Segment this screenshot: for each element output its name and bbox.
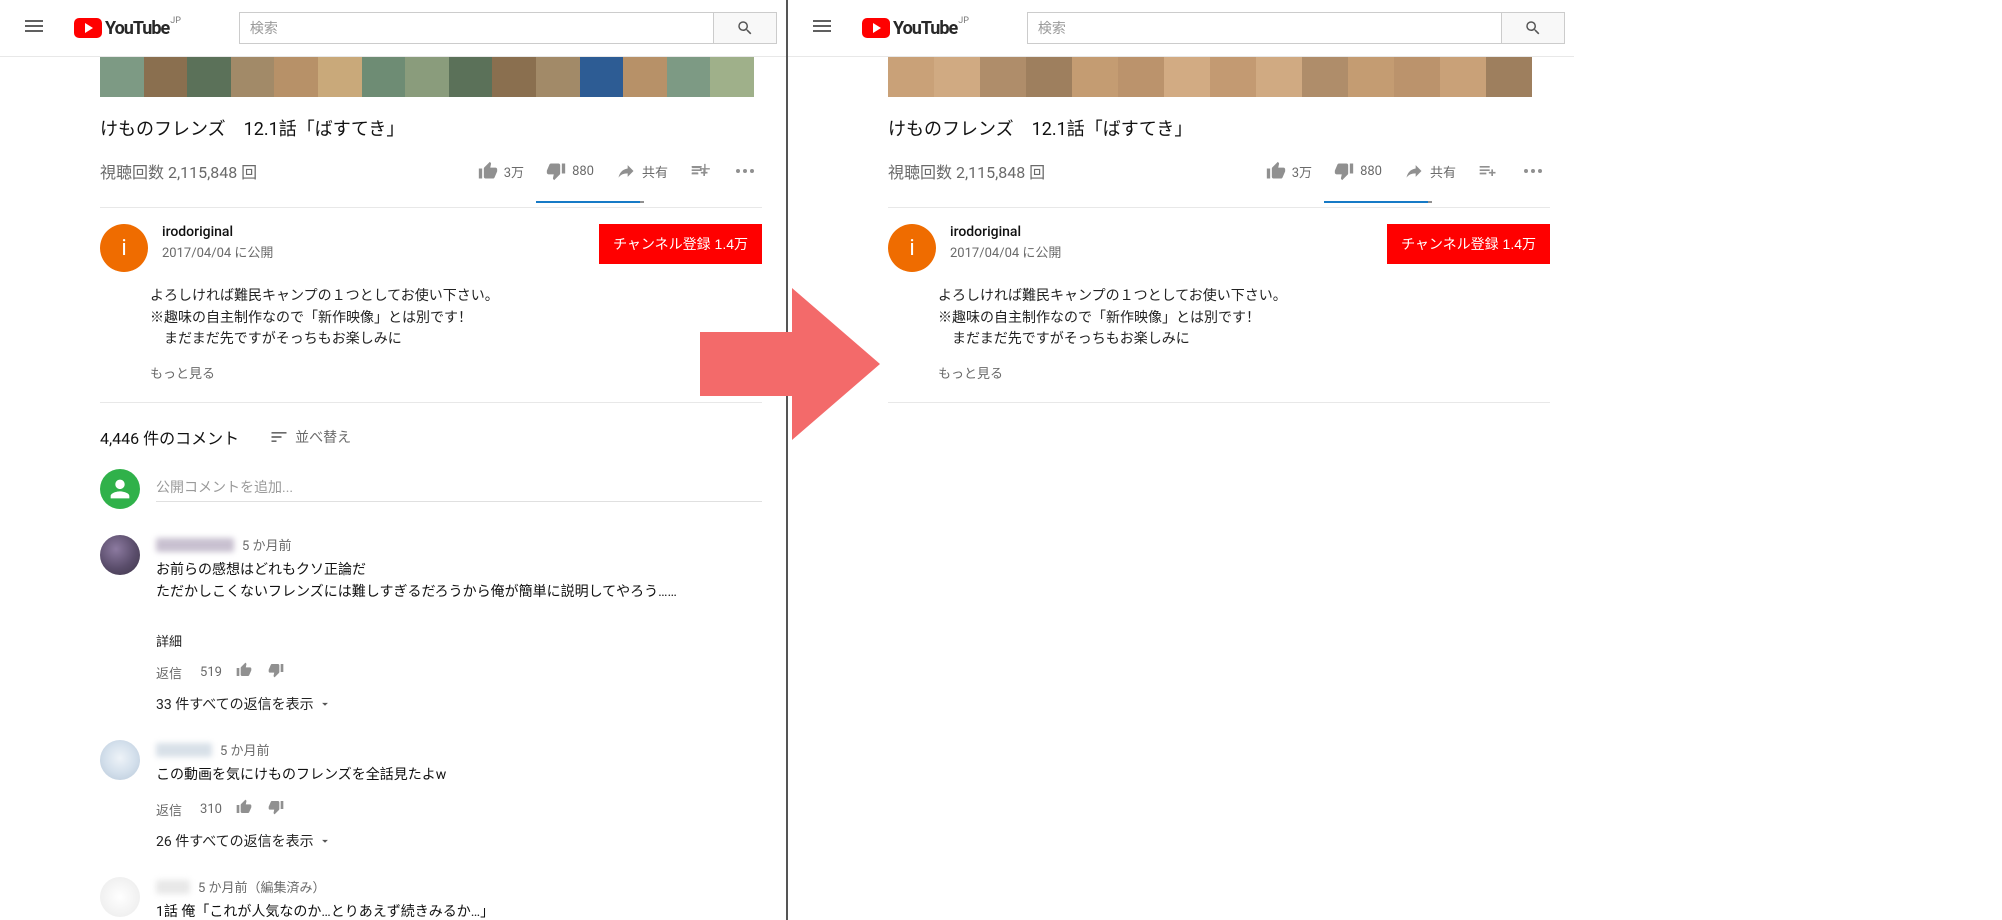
pane-before: YouTube JP けものフレンズ 12.1話「ばすてき」 視聴回数 2,11… — [0, 0, 786, 920]
publish-date: 2017/04/04 に公開 — [950, 242, 1387, 261]
video-thumbnail — [888, 57, 1550, 97]
comment-text: 1話 俺「これが人気なのか…とりあえず続きみるか…」 — [156, 902, 762, 920]
region-code: JP — [170, 16, 181, 26]
user-avatar[interactable] — [100, 469, 140, 509]
search-button[interactable] — [1501, 12, 1565, 44]
thumb-down-icon — [1334, 161, 1354, 181]
publish-date: 2017/04/04 に公開 — [162, 242, 599, 261]
share-button[interactable]: 共有 — [1394, 155, 1466, 187]
video-title: けものフレンズ 12.1話「ばすてき」 — [888, 115, 1550, 141]
youtube-logo[interactable]: YouTube JP — [862, 18, 969, 39]
add-comment-input[interactable]: 公開コメントを追加... — [156, 477, 762, 502]
commenter-name-blurred — [156, 743, 212, 757]
search-input[interactable] — [239, 12, 713, 44]
video-thumbnail — [100, 57, 762, 97]
more-actions-button[interactable] — [728, 161, 762, 181]
view-count: 視聴回数 2,115,848 回 — [888, 159, 1045, 183]
like-button[interactable]: 3万 — [1256, 155, 1322, 187]
more-actions-button[interactable] — [1516, 161, 1550, 181]
save-button[interactable] — [1468, 155, 1514, 187]
commenter-avatar[interactable] — [100, 535, 140, 575]
comment-item: 5 か月前（編集済み） 1話 俺「これが人気なのか…とりあえず続きみるか…」 — [0, 851, 786, 920]
video-title: けものフレンズ 12.1話「ばすてき」 — [100, 115, 762, 141]
thumb-down-icon — [268, 799, 284, 815]
comment-dislike-button[interactable] — [268, 799, 284, 819]
sort-button[interactable]: 並べ替え — [269, 427, 351, 447]
comment-item: 5 か月前 この動画を気にけものフレンズを全話見たよw 返信 310 26 件す… — [0, 714, 786, 851]
comment-like-button[interactable] — [236, 662, 252, 682]
comment-date: 5 か月前（編集済み） — [198, 877, 326, 896]
sentiment-bar — [888, 187, 1550, 189]
commenter-name-blurred — [156, 538, 234, 552]
view-replies-button[interactable]: 26 件すべての返信を表示 — [156, 831, 762, 851]
video-description: よろしければ難民キャンプの１つとしてお使い下さい。 ※趣味の自主制作なので「新作… — [0, 272, 786, 351]
search-icon — [1524, 19, 1542, 37]
menu-button[interactable] — [810, 14, 834, 42]
subscribe-button[interactable]: チャンネル登録 1.4万 — [599, 224, 762, 264]
region-code: JP — [958, 16, 969, 26]
view-replies-button[interactable]: 33 件すべての返信を表示 — [156, 694, 762, 714]
comment-text: この動画を気にけものフレンズを全話見たよw — [156, 765, 762, 787]
show-more-button[interactable]: もっと見る — [0, 351, 786, 382]
channel-name[interactable]: irodoriginal — [162, 224, 599, 240]
masthead: YouTube JP — [0, 0, 786, 57]
subscribe-button[interactable]: チャンネル登録 1.4万 — [1387, 224, 1550, 264]
comment-count: 4,446 件のコメント — [100, 425, 239, 449]
share-icon — [1404, 161, 1424, 181]
comment-dislike-button[interactable] — [268, 662, 284, 682]
thumb-up-icon — [236, 662, 252, 678]
share-button[interactable]: 共有 — [606, 155, 678, 187]
like-button[interactable]: 3万 — [468, 155, 534, 187]
empty-comments-area — [788, 403, 1574, 843]
comment-date: 5 か月前 — [242, 535, 292, 554]
search-button[interactable] — [713, 12, 777, 44]
view-count: 視聴回数 2,115,848 回 — [100, 159, 257, 183]
search-input[interactable] — [1027, 12, 1501, 44]
channel-avatar[interactable]: i — [100, 224, 148, 272]
dislike-button[interactable]: 880 — [536, 155, 604, 187]
channel-avatar[interactable]: i — [888, 224, 936, 272]
chevron-down-icon — [318, 697, 332, 711]
sort-icon — [269, 427, 289, 447]
save-button[interactable] — [680, 155, 726, 187]
comment-like-button[interactable] — [236, 799, 252, 819]
comment-text: お前らの感想はどれもクソ正論だ ただかしこくないフレンズには難しすぎるだろうから… — [156, 560, 762, 603]
thumb-up-icon — [1266, 161, 1286, 181]
canvas-filler — [1574, 0, 2002, 920]
thumb-down-icon — [268, 662, 284, 678]
reply-button[interactable]: 返信 — [156, 663, 182, 682]
thumb-up-icon — [236, 799, 252, 815]
playlist-add-icon — [1478, 161, 1498, 181]
chevron-down-icon — [318, 834, 332, 848]
masthead: YouTube JP — [788, 0, 1574, 57]
sentiment-bar — [100, 187, 762, 189]
thumb-down-icon — [546, 161, 566, 181]
commenter-name-blurred — [156, 880, 190, 894]
dislike-button[interactable]: 880 — [1324, 155, 1392, 187]
thumb-up-icon — [478, 161, 498, 181]
comment-likes: 310 — [200, 802, 222, 817]
search-icon — [736, 19, 754, 37]
pane-after: YouTube JP けものフレンズ 12.1話「ばすてき」 視聴回数 2,11… — [788, 0, 1574, 920]
comment-date: 5 か月前 — [220, 740, 270, 759]
share-icon — [616, 161, 636, 181]
comment-read-more[interactable]: 詳細 — [156, 631, 762, 650]
person-icon — [106, 475, 134, 503]
show-more-button[interactable]: もっと見る — [788, 351, 1574, 382]
comment-likes: 519 — [200, 665, 222, 680]
channel-name[interactable]: irodoriginal — [950, 224, 1387, 240]
commenter-avatar[interactable] — [100, 877, 140, 917]
playlist-add-icon — [690, 161, 710, 181]
youtube-logo[interactable]: YouTube JP — [74, 18, 181, 39]
reply-button[interactable]: 返信 — [156, 800, 182, 819]
video-description: よろしければ難民キャンプの１つとしてお使い下さい。 ※趣味の自主制作なので「新作… — [788, 272, 1574, 351]
menu-button[interactable] — [22, 14, 46, 42]
comment-item: 5 か月前 お前らの感想はどれもクソ正論だ ただかしこくないフレンズには難しすぎ… — [0, 509, 786, 714]
commenter-avatar[interactable] — [100, 740, 140, 780]
